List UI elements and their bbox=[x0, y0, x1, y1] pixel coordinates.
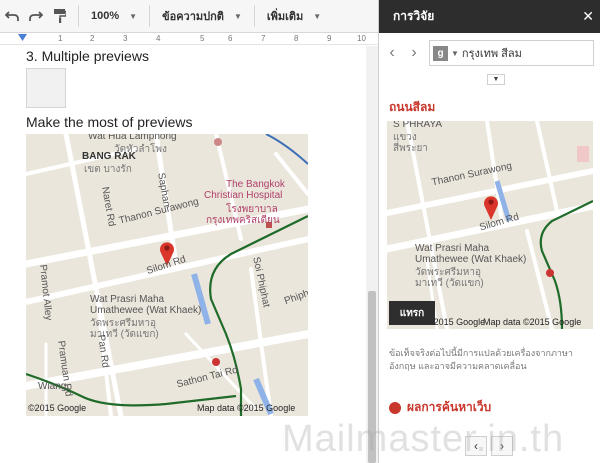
indent-marker-icon[interactable] bbox=[18, 34, 27, 41]
transit-icon bbox=[212, 358, 220, 366]
chevron-down-icon: ▼ bbox=[492, 76, 500, 83]
inserted-map-image[interactable]: Wat Hua Lamphong วัดหัวลำโพง BANG RAK เข… bbox=[26, 134, 308, 416]
undo-button[interactable] bbox=[0, 0, 24, 33]
research-panel-header: การวิจัย ✕ bbox=[379, 0, 600, 33]
ruler-tick: 7 bbox=[261, 34, 266, 43]
ruler-tick: 4 bbox=[156, 34, 161, 43]
toolbar-divider bbox=[78, 5, 79, 27]
more-menu-button[interactable]: เพิ่มเติม ▼ bbox=[261, 0, 327, 33]
preview-placeholder[interactable] bbox=[26, 68, 66, 108]
research-search-bar: ‹ › g ▼ กรุงเทพ สีลม bbox=[385, 40, 594, 66]
map-label: Wiang bbox=[38, 381, 67, 392]
globe-icon bbox=[389, 401, 401, 414]
more-label: เพิ่มเติม bbox=[266, 11, 304, 23]
map-label: มาเทวี (วัดแขก) bbox=[415, 278, 484, 289]
map-pin-icon bbox=[484, 196, 498, 220]
chevron-down-icon[interactable]: ▼ bbox=[451, 49, 459, 58]
map-label: กรุงเทพคริสเตียน bbox=[206, 215, 280, 226]
ruler-tick: 10 bbox=[357, 34, 366, 43]
translation-disclaimer: ข้อเท็จจริงต่อไปนี้มีการแปลด้วยเครื่องจา… bbox=[389, 348, 573, 371]
zoom-value: 100% bbox=[91, 10, 120, 22]
ruler-tick: 6 bbox=[228, 34, 233, 43]
map-copyright: ©2015 Google bbox=[427, 317, 486, 327]
expand-toggle-button[interactable]: ▼ bbox=[487, 74, 505, 85]
ruler-tick: 5 bbox=[200, 34, 205, 43]
result-title-link[interactable]: ถนนสีลม bbox=[389, 98, 435, 117]
map-label: Umathewee (Wat Khaek) bbox=[90, 305, 202, 316]
toolbar-divider bbox=[253, 5, 255, 27]
map-data-attribution: Map data ©2015 Google bbox=[483, 317, 582, 327]
map-label: สี่พระยา bbox=[393, 143, 428, 154]
map-data-attribution: Map data ©2015 Google bbox=[197, 403, 296, 413]
ruler-tick: 1 bbox=[58, 34, 63, 43]
back-arrow-icon[interactable]: ‹ bbox=[385, 44, 399, 62]
hospital-marker-icon bbox=[214, 138, 222, 146]
chevron-down-icon: ▼ bbox=[313, 11, 322, 21]
map-label: The Bangkok bbox=[226, 179, 285, 190]
map-label: Umathewee (Wat Khaek) bbox=[415, 254, 527, 265]
map-label: Wat Prasri Maha bbox=[90, 294, 165, 305]
redo-button[interactable] bbox=[24, 0, 48, 33]
result-map-image[interactable]: S PHRAYA แขวง สี่พระยา Thanon Surawong S… bbox=[387, 121, 593, 329]
ruler[interactable]: 1 2 3 4 5 6 7 8 9 10 bbox=[0, 33, 378, 45]
research-search-input[interactable]: g ▼ กรุงเทพ สีลม bbox=[429, 40, 594, 66]
paragraph-style-select[interactable]: ข้อความปกติ ▼ bbox=[156, 0, 248, 33]
heading-multiple-previews: 3. Multiple previews bbox=[26, 48, 149, 64]
map-label: Wat Hua Lamphong bbox=[88, 134, 177, 142]
map-label: เขต บางรัก bbox=[84, 164, 132, 175]
watermark: Mailmaster.in.th bbox=[282, 418, 565, 460]
research-panel-title: การวิจัย bbox=[393, 9, 435, 23]
ruler-tick: 9 bbox=[327, 34, 332, 43]
web-results-link[interactable]: ผลการค้นหาเว็บ bbox=[389, 398, 491, 417]
redo-icon bbox=[29, 11, 43, 21]
chevron-down-icon: ▼ bbox=[233, 11, 242, 21]
search-query: กรุงเทพ สีลม bbox=[461, 48, 522, 60]
paragraph-style-value: ข้อความปกติ bbox=[162, 11, 224, 23]
map-label: S PHRAYA bbox=[393, 121, 443, 130]
undo-icon bbox=[5, 11, 19, 21]
forward-arrow-icon[interactable]: › bbox=[407, 44, 421, 62]
transit-icon bbox=[546, 269, 554, 277]
map-label: Christian Hospital bbox=[204, 190, 283, 201]
editor-toolbar: 100% ▼ ข้อความปกติ ▼ เพิ่มเติม ▼ bbox=[0, 0, 378, 33]
map-label: BANG RAK bbox=[82, 151, 136, 162]
zoom-select[interactable]: 100% ▼ bbox=[85, 0, 143, 33]
heading-make-the-most: Make the most of previews bbox=[26, 114, 193, 130]
map-label: Wat Prasri Maha bbox=[415, 243, 490, 254]
map-copyright: ©2015 Google bbox=[28, 403, 87, 413]
chevron-down-icon: ▼ bbox=[129, 11, 138, 21]
ruler-tick: 8 bbox=[294, 34, 299, 43]
ruler-tick: 3 bbox=[123, 34, 128, 43]
web-results-label: ผลการค้นหาเว็บ bbox=[407, 400, 492, 414]
toolbar-divider bbox=[149, 5, 151, 27]
ruler-tick: 2 bbox=[90, 34, 95, 43]
document-page[interactable]: 3. Multiple previews Make the most of pr… bbox=[0, 46, 366, 463]
paint-format-button[interactable] bbox=[48, 0, 72, 33]
google-search-icon[interactable]: g bbox=[433, 45, 448, 61]
insert-button[interactable]: แทรก bbox=[389, 301, 435, 325]
document-scrollbar[interactable] bbox=[366, 46, 378, 463]
close-icon[interactable]: ✕ bbox=[582, 8, 594, 25]
paint-roller-icon bbox=[54, 9, 66, 23]
research-panel: การวิจัย ✕ ‹ › g ▼ กรุงเทพ สีลม ▼ ถนนสีล… bbox=[378, 0, 600, 463]
